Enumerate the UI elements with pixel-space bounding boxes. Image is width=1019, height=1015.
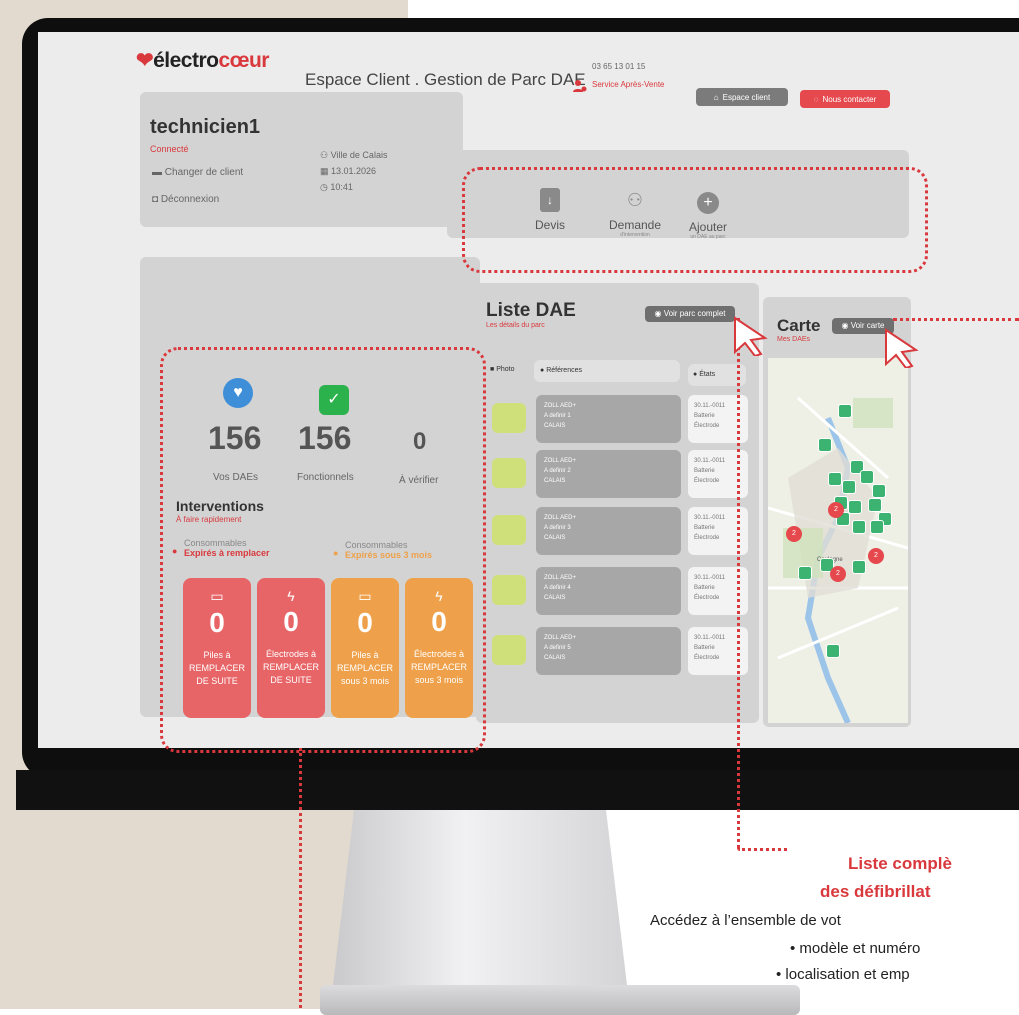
dae-photo[interactable] bbox=[492, 458, 526, 488]
eye-icon: ◉ bbox=[841, 321, 851, 330]
contact-button[interactable]: ◌ Nous contacter bbox=[800, 90, 890, 108]
dae-ref: A definir 3 bbox=[544, 525, 571, 531]
map-cluster-marker[interactable]: 2 bbox=[830, 566, 846, 582]
dae-map-pin[interactable] bbox=[826, 644, 840, 658]
dae-reference[interactable]: ZOLL AED+ A definir 3 CALAIS bbox=[536, 507, 681, 555]
dae-ref: A definir 2 bbox=[544, 468, 571, 474]
dae-city: CALAIS bbox=[544, 535, 566, 541]
dae-model: ZOLL AED+ bbox=[544, 635, 576, 641]
dae-photo[interactable] bbox=[492, 403, 526, 433]
monitor-chin bbox=[16, 770, 1019, 810]
callout-text-1: Accédez à l’ensemble de vot bbox=[650, 912, 841, 929]
dae-map-pin[interactable] bbox=[860, 470, 874, 484]
change-client-link[interactable]: ▬ Changer de client bbox=[152, 167, 243, 178]
logo[interactable]: ❤électrocœur bbox=[136, 48, 269, 73]
heart-logo-icon: ❤ bbox=[136, 49, 154, 72]
dae-ref: A definir 5 bbox=[544, 645, 571, 651]
dae-reference[interactable]: ZOLL AED+ A definir 5 CALAIS bbox=[536, 627, 681, 675]
dae-list-subtitle: Les détails du parc bbox=[486, 322, 545, 329]
dae-photo[interactable] bbox=[492, 635, 526, 665]
espace-client-button[interactable]: ⌂ Espace client bbox=[696, 88, 788, 106]
dae-reference[interactable]: ZOLL AED+ A definir 4 CALAIS bbox=[536, 567, 681, 615]
dae-map-pin[interactable] bbox=[870, 520, 884, 534]
dae-model: ZOLL AED+ bbox=[544, 515, 576, 521]
dae-ref: A definir 1 bbox=[544, 413, 571, 419]
client-city: ⚇ Ville de Calais bbox=[320, 150, 388, 160]
eye-icon: ◉ bbox=[654, 309, 664, 318]
calendar-icon: ▦ bbox=[320, 166, 332, 176]
cursor-icon bbox=[734, 316, 768, 356]
dae-map-pin[interactable] bbox=[842, 480, 856, 494]
map-cluster-marker[interactable]: 2 bbox=[828, 502, 844, 518]
clock-icon: ◷ bbox=[320, 182, 331, 192]
col-states: ● États bbox=[693, 371, 716, 378]
dae-photo[interactable] bbox=[492, 515, 526, 545]
dae-map-pin[interactable] bbox=[852, 520, 866, 534]
dae-city: CALAIS bbox=[544, 595, 566, 601]
col-references: ● Références bbox=[540, 367, 582, 374]
home-icon: ⌂ bbox=[713, 92, 719, 102]
dae-map-pin[interactable] bbox=[848, 500, 862, 514]
map-cluster-marker[interactable]: 2 bbox=[868, 548, 884, 564]
callout-title-2: des défibrillat bbox=[820, 882, 931, 901]
dae-map-pin[interactable] bbox=[818, 438, 832, 452]
dae-map-pin[interactable] bbox=[828, 472, 842, 486]
monitor-base bbox=[320, 985, 800, 1015]
callout-text-3: • localisation et emp bbox=[776, 966, 910, 983]
dae-map-pin[interactable] bbox=[838, 404, 852, 418]
dae-map-pin[interactable] bbox=[872, 484, 886, 498]
callout-text-2: • modèle et numéro bbox=[790, 940, 921, 957]
user-card bbox=[140, 92, 463, 227]
page-title: Espace Client . Gestion de Parc DAE bbox=[305, 70, 586, 89]
connection-status: Connecté bbox=[150, 144, 189, 154]
connector-line bbox=[893, 318, 1019, 321]
map-cluster-marker[interactable]: 2 bbox=[786, 526, 802, 542]
map-title: Carte bbox=[777, 316, 821, 335]
username: technicien1 bbox=[150, 116, 261, 138]
dae-list-title: Liste DAE bbox=[486, 300, 576, 321]
cursor-icon bbox=[885, 328, 919, 368]
logout-link[interactable]: ◘ Déconnexion bbox=[152, 194, 219, 205]
voir-parc-complet-button[interactable]: ◉ Voir parc complet bbox=[645, 306, 735, 322]
dae-reference[interactable]: ZOLL AED+ A definir 1 CALAIS bbox=[536, 395, 681, 443]
connector-line bbox=[737, 848, 787, 851]
highlight-stats bbox=[160, 347, 486, 753]
current-time: ◷ 10:41 bbox=[320, 182, 353, 192]
dae-city: CALAIS bbox=[544, 655, 566, 661]
connector-line bbox=[737, 318, 740, 848]
dae-ref: A definir 4 bbox=[544, 585, 571, 591]
dae-reference[interactable]: ZOLL AED+ A definir 2 CALAIS bbox=[536, 450, 681, 498]
dae-photo[interactable] bbox=[492, 575, 526, 605]
dae-model: ZOLL AED+ bbox=[544, 403, 576, 409]
dae-city: CALAIS bbox=[544, 423, 566, 429]
dae-map-pin[interactable] bbox=[868, 498, 882, 512]
dae-map-pin[interactable] bbox=[798, 566, 812, 580]
logout-icon: ◘ bbox=[152, 194, 161, 205]
callout-title-1: Liste complè bbox=[848, 854, 952, 873]
dae-model: ZOLL AED+ bbox=[544, 458, 576, 464]
people-icon: ⚇ bbox=[320, 150, 331, 160]
current-date: ▦ 13.01.2026 bbox=[320, 166, 377, 176]
dae-city: CALAIS bbox=[544, 478, 566, 484]
user-gear-icon bbox=[573, 80, 587, 92]
folder-icon: ▬ bbox=[152, 167, 165, 178]
highlight-actions bbox=[462, 167, 928, 273]
chat-icon: ◌ bbox=[813, 94, 819, 104]
dae-map-pin[interactable] bbox=[852, 560, 866, 574]
dae-model: ZOLL AED+ bbox=[544, 575, 576, 581]
map-subtitle: Mes DAEs bbox=[777, 336, 811, 343]
monitor-stand bbox=[330, 810, 630, 1010]
connector-line bbox=[299, 748, 302, 1008]
col-photo: ■ Photo bbox=[490, 366, 515, 373]
